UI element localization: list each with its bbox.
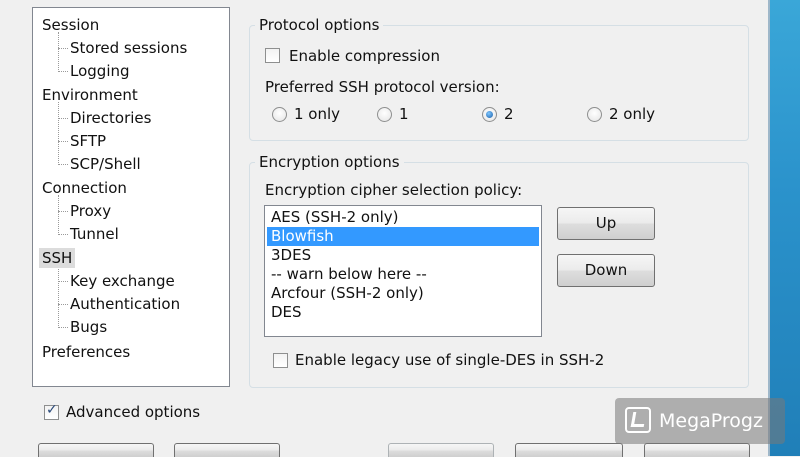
- radio-2-only-label[interactable]: 2 only: [609, 104, 655, 124]
- tree-connector: [58, 234, 68, 235]
- encryption-options-title: Encryption options: [255, 153, 404, 171]
- tree-connector: [58, 327, 68, 328]
- tree-item-scp-shell[interactable]: SCP/Shell: [70, 154, 141, 174]
- tree-item-ssh[interactable]: SSH: [39, 248, 76, 268]
- tree-item-key-exchange[interactable]: Key exchange: [70, 271, 175, 291]
- tree-connector: [58, 265, 59, 328]
- tree-connector: [58, 32, 59, 72]
- tree-item-environment[interactable]: Environment: [42, 85, 138, 105]
- legacy-des-label[interactable]: Enable legacy use of single-DES in SSH-2: [295, 350, 604, 370]
- tree-item-stored-sessions[interactable]: Stored sessions: [70, 38, 187, 58]
- advanced-options-checkbox[interactable]: [44, 402, 59, 420]
- tree-connector: [58, 118, 68, 119]
- down-button[interactable]: Down: [557, 254, 655, 287]
- tree-item-connection[interactable]: Connection: [42, 178, 127, 198]
- tree-connector: [58, 164, 68, 165]
- category-tree[interactable]: Session Stored sessions Logging Environm…: [32, 7, 230, 387]
- cipher-item[interactable]: -- warn below here --: [267, 265, 539, 284]
- close-button[interactable]: [644, 443, 750, 457]
- cipher-item[interactable]: Blowfish: [267, 227, 539, 246]
- help-button[interactable]: [174, 443, 280, 457]
- about-button[interactable]: [38, 443, 154, 457]
- desktop-background: [770, 0, 800, 456]
- cipher-item[interactable]: 3DES: [267, 246, 539, 265]
- cipher-item[interactable]: AES (SSH-2 only): [267, 208, 539, 227]
- open-button[interactable]: [388, 443, 494, 457]
- tree-connector: [58, 102, 59, 165]
- compression-checkbox[interactable]: [265, 48, 280, 63]
- cipher-item[interactable]: DES: [267, 303, 539, 322]
- save-button[interactable]: [515, 443, 623, 457]
- tree-connector: [58, 211, 68, 212]
- tree-connector: [58, 141, 68, 142]
- tree-item-preferences[interactable]: Preferences: [42, 342, 130, 362]
- tree-item-authentication[interactable]: Authentication: [70, 294, 180, 314]
- tree-item-proxy[interactable]: Proxy: [70, 201, 111, 221]
- tree-item-tunnel[interactable]: Tunnel: [70, 224, 119, 244]
- tree-connector: [58, 281, 68, 282]
- cipher-item[interactable]: Arcfour (SSH-2 only): [267, 284, 539, 303]
- tree-item-logging[interactable]: Logging: [70, 61, 130, 81]
- tree-connector: [58, 304, 68, 305]
- radio-1-only-label[interactable]: 1 only: [294, 104, 340, 124]
- tree-connector: [58, 195, 59, 235]
- tree-connector: [58, 71, 68, 72]
- watermark-text: MegaProgz: [659, 410, 763, 432]
- radio-1-only[interactable]: [272, 107, 287, 122]
- radio-1-label[interactable]: 1: [399, 104, 409, 124]
- tree-item-directories[interactable]: Directories: [70, 108, 151, 128]
- tree-connector: [58, 48, 68, 49]
- radio-1[interactable]: [377, 107, 392, 122]
- legacy-des-checkbox[interactable]: [273, 353, 288, 368]
- tree-item-session[interactable]: Session: [42, 15, 99, 35]
- protocol-options-title: Protocol options: [255, 16, 384, 34]
- cipher-listbox[interactable]: AES (SSH-2 only) Blowfish 3DES -- warn b…: [264, 205, 542, 337]
- up-button[interactable]: Up: [557, 207, 655, 240]
- compression-label[interactable]: Enable compression: [289, 46, 440, 66]
- cipher-policy-label: Encryption cipher selection policy:: [265, 181, 523, 199]
- megaprogz-logo-icon: [625, 407, 651, 433]
- advanced-options-label[interactable]: Advanced options: [66, 402, 200, 422]
- radio-2-only[interactable]: [587, 107, 602, 122]
- ssh-version-label: Preferred SSH protocol version:: [265, 78, 500, 96]
- watermark: MegaProgz: [615, 398, 785, 444]
- tree-item-sftp[interactable]: SFTP: [70, 131, 106, 151]
- tree-item-bugs[interactable]: Bugs: [70, 317, 107, 337]
- radio-2[interactable]: [482, 107, 497, 122]
- radio-2-label[interactable]: 2: [504, 104, 514, 124]
